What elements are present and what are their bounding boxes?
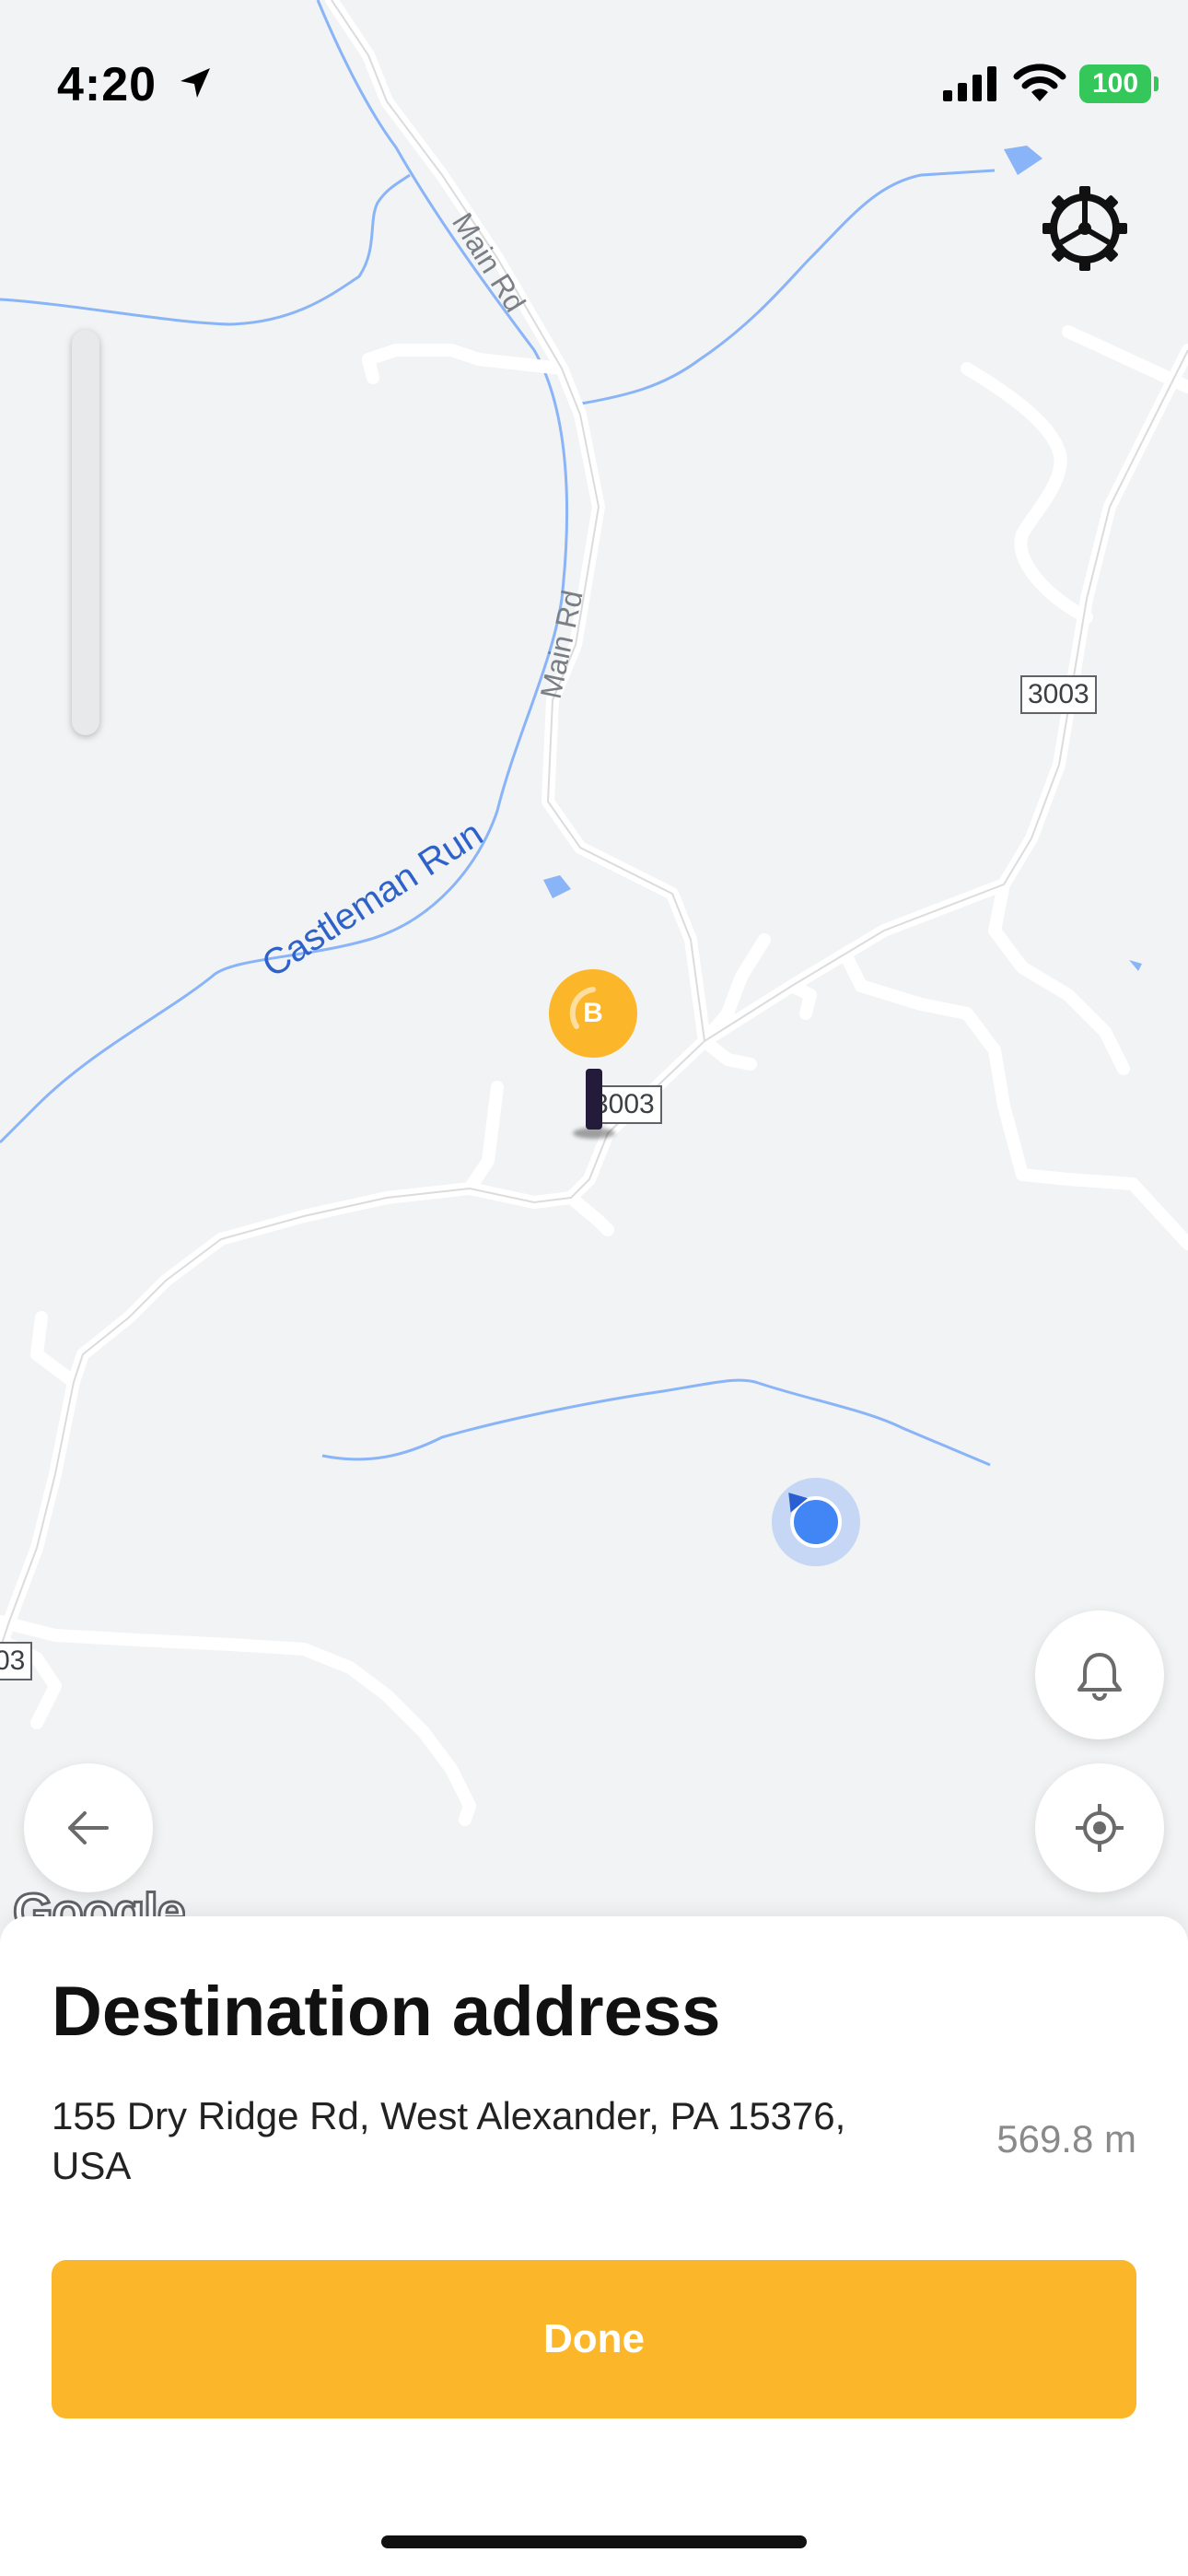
status-time: 4:20 xyxy=(57,58,157,111)
location-arrow-icon xyxy=(181,68,210,98)
arrow-left-icon xyxy=(68,1811,109,1844)
river-label: Castleman Run xyxy=(255,813,490,985)
destination-marker-label: B xyxy=(583,998,603,1028)
bell-icon xyxy=(1077,1653,1122,1701)
crosshair-icon xyxy=(1076,1804,1124,1852)
destination-marker-stem xyxy=(586,1069,602,1130)
home-indicator[interactable] xyxy=(381,2535,807,2548)
route-shield: 3003 xyxy=(1020,675,1097,714)
distance-label: 569.8 m xyxy=(996,2117,1136,2160)
gear-icon[interactable] xyxy=(1041,184,1129,273)
destination-marker[interactable]: B xyxy=(549,969,637,1058)
road-label-main-rd-1: Main Rd xyxy=(446,207,532,318)
route-shield: 03 xyxy=(0,1642,33,1680)
back-button[interactable] xyxy=(24,1763,153,1892)
destination-address: 155 Dry Ridge Rd, West Alexander, PA 153… xyxy=(52,2094,846,2187)
locate-me-button[interactable] xyxy=(1035,1763,1164,1892)
battery-indicator: 100 xyxy=(1079,64,1159,103)
zoom-slider[interactable] xyxy=(72,330,99,735)
cellular-signal-icon xyxy=(943,66,996,101)
map-canvas: Main Rd Main Rd Castleman Run xyxy=(0,0,1188,1826)
sheet-title: Destination address xyxy=(52,1973,721,2051)
status-bar: 4:20 100 xyxy=(0,0,1188,138)
destination-sheet: Destination address 155 Dry Ridge Rd, We… xyxy=(0,1916,1188,2576)
done-button[interactable]: Done xyxy=(52,2260,1136,2418)
map-view[interactable]: Main Rd Main Rd Castleman Run 3003 3003 … xyxy=(0,0,1188,1935)
alerts-button[interactable] xyxy=(1035,1610,1164,1739)
wifi-icon xyxy=(1013,64,1066,101)
